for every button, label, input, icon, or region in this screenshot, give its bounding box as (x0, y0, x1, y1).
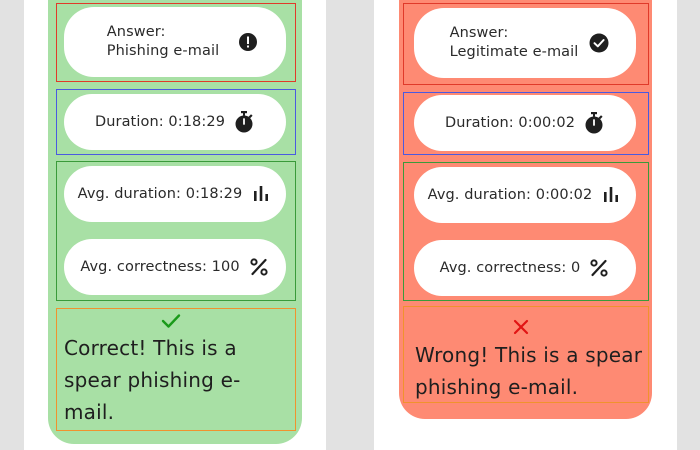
avg-correctness-pill: Avg. correctness: 100 (64, 239, 286, 295)
avg-duration-text: Avg. duration: 0:00:02 (427, 186, 593, 203)
avg-correctness-pill: Avg. correctness: 0 (414, 240, 636, 296)
stopwatch-icon (233, 111, 255, 133)
avg-duration-pill: Avg. duration: 0:00:02 (414, 167, 636, 223)
answer-prefix: Answer: (106, 24, 166, 40)
verdict-text: Correct! This is a spear phishing e-mail… (64, 336, 241, 424)
duration-text: Duration: 0:18:29 (94, 113, 226, 130)
duration-pill: Duration: 0:00:02 (414, 95, 636, 151)
duration-pill: Duration: 0:18:29 (64, 94, 286, 150)
avg-duration-pill: Avg. duration: 0:18:29 (64, 166, 286, 222)
avg-correctness-text: Avg. correctness: 0 (439, 259, 581, 276)
checkmark-icon (160, 311, 182, 331)
answer-text: Answer: Legitimate e-mail (450, 24, 579, 62)
answer-prefix: Answer: (449, 25, 509, 41)
verdict-text: Wrong! This is a spear phishing e-mail. (415, 343, 643, 399)
answer-value: Legitimate e-mail (449, 44, 579, 60)
cross-icon (510, 317, 532, 337)
answer-text: Answer: Phishing e-mail (107, 23, 219, 61)
alert-circle-icon (237, 31, 259, 53)
answer-pill: Answer: Phishing e-mail (64, 7, 286, 77)
check-circle-icon (588, 32, 610, 54)
stopwatch-icon (583, 112, 605, 134)
bar-chart-icon (600, 184, 622, 206)
avg-correctness-text: Avg. correctness: 100 (80, 258, 240, 275)
percent-icon (588, 257, 610, 279)
duration-text: Duration: 0:00:02 (444, 114, 576, 131)
answer-value: Phishing e-mail (106, 43, 220, 59)
bar-chart-icon (250, 183, 272, 205)
avg-duration-text: Avg. duration: 0:18:29 (77, 185, 243, 202)
percent-icon (248, 256, 270, 278)
answer-pill: Answer: Legitimate e-mail (414, 8, 636, 78)
